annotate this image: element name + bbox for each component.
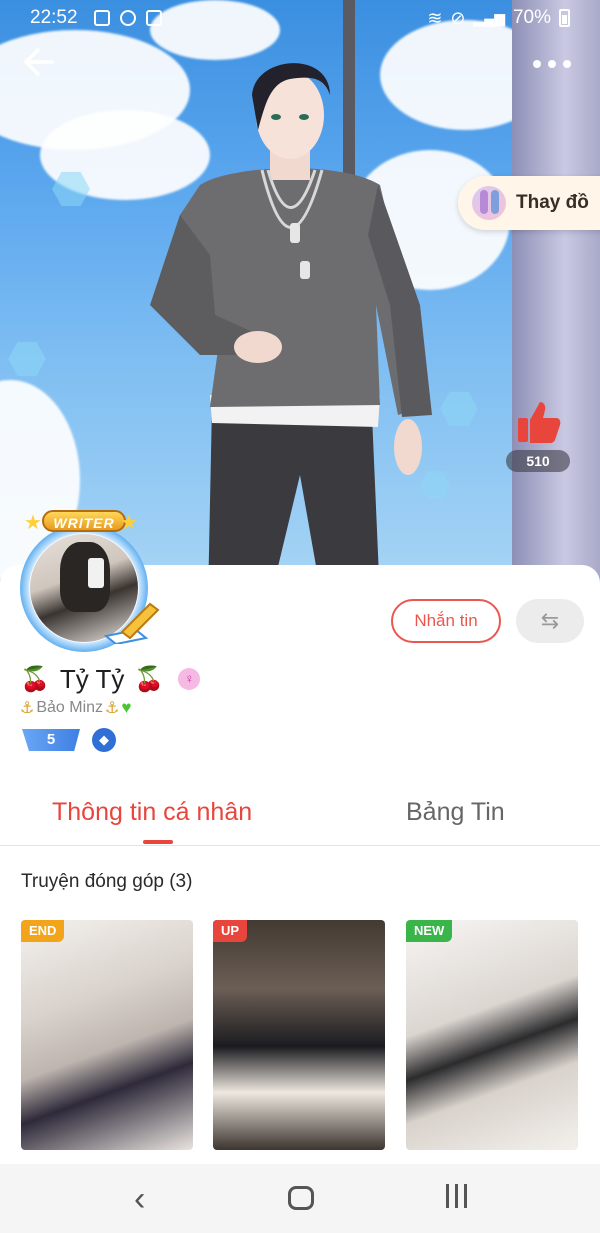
- pillar: [512, 0, 600, 600]
- story-card[interactable]: UP: [213, 920, 385, 1150]
- female-gender-icon: ♀: [178, 668, 201, 690]
- star-icon: ★: [24, 512, 42, 534]
- nav-home-button[interactable]: [288, 1186, 314, 1210]
- dot: [563, 60, 571, 68]
- system-nav-bar: ‹: [0, 1164, 600, 1233]
- arrow-left-icon: [24, 48, 54, 76]
- battery-percent: 70%: [512, 7, 551, 28]
- display-name: Tỷ Tỷ: [59, 663, 125, 694]
- cherry-icon: 🍒: [20, 665, 50, 693]
- avatar[interactable]: ★ WRITER ★: [6, 508, 162, 658]
- recents-bar: [455, 1184, 458, 1208]
- more-options-button[interactable]: [530, 52, 574, 76]
- change-outfit-button[interactable]: Thay đồ: [458, 176, 600, 230]
- swap-button[interactable]: ⇆: [516, 599, 584, 643]
- back-button[interactable]: [22, 44, 64, 86]
- message-button[interactable]: Nhắn tin: [391, 599, 501, 643]
- profile-tabs: Thông tin cá nhân Bảng Tin: [0, 790, 600, 846]
- story-card[interactable]: NEW: [406, 920, 578, 1150]
- hexagon-decoration: [440, 391, 478, 427]
- nav-recents-button[interactable]: [446, 1184, 467, 1208]
- gallery-icon: [94, 10, 110, 26]
- app-notification-icon: [146, 10, 162, 26]
- compass-icon: [120, 10, 136, 26]
- dot: [548, 60, 556, 68]
- battery-icon: [559, 9, 570, 27]
- recents-bar: [446, 1184, 449, 1208]
- cherry-icon: 🍒: [134, 665, 165, 693]
- wifi-icon: ≋: [427, 7, 443, 28]
- tab-news-feed[interactable]: Bảng Tin: [406, 798, 505, 827]
- star-icon: ★: [120, 512, 138, 534]
- change-outfit-label: Thay đồ: [516, 192, 589, 213]
- like-button[interactable]: [514, 398, 562, 446]
- level-row: 5 ◆: [22, 728, 116, 752]
- fountain-pen-icon: [103, 602, 160, 644]
- system-status: ≋ ⊘ ▂▄▆ 70%: [427, 7, 570, 29]
- notification-icons: [94, 10, 162, 26]
- anchor-icon: ⚓: [105, 700, 120, 717]
- story-card[interactable]: END: [21, 920, 193, 1150]
- sub-name: Bảo Minz: [36, 699, 104, 716]
- dot: [533, 60, 541, 68]
- green-heart-icon: ♥: [121, 698, 132, 717]
- story-tag: NEW: [406, 920, 453, 942]
- signal-icon: ▂▄▆: [473, 9, 505, 26]
- sub-name-row: ⚓ Bảo Minz ⚓ ♥: [20, 698, 131, 718]
- character-illustration: [150, 63, 432, 600]
- anchor-icon: ⚓: [20, 700, 35, 717]
- outfit-thumbnail-icon: [472, 186, 506, 220]
- like-count: 510: [506, 450, 570, 472]
- status-bar: 22:52 ≋ ⊘ ▂▄▆ 70%: [0, 0, 600, 36]
- story-tag: END: [21, 920, 65, 942]
- story-tag: UP: [213, 920, 248, 942]
- hexagon-decoration: [8, 341, 46, 377]
- rank-icon[interactable]: ◆: [92, 728, 116, 752]
- level-badge[interactable]: 5: [22, 729, 80, 751]
- recents-bar: [464, 1184, 467, 1208]
- status-time: 22:52: [30, 7, 78, 28]
- active-tab-indicator: [143, 840, 173, 844]
- writer-badge: WRITER: [42, 510, 126, 532]
- nav-back-button[interactable]: ‹: [134, 1180, 145, 1219]
- tab-personal-info[interactable]: Thông tin cá nhân: [52, 798, 252, 827]
- do-not-disturb-icon: ⊘: [450, 7, 466, 28]
- name-row: 🍒 Tỷ Tỷ 🍒 ♀: [20, 662, 201, 696]
- contributions-title: Truyện đóng góp (3): [21, 871, 193, 892]
- thumbs-up-icon: [518, 402, 561, 443]
